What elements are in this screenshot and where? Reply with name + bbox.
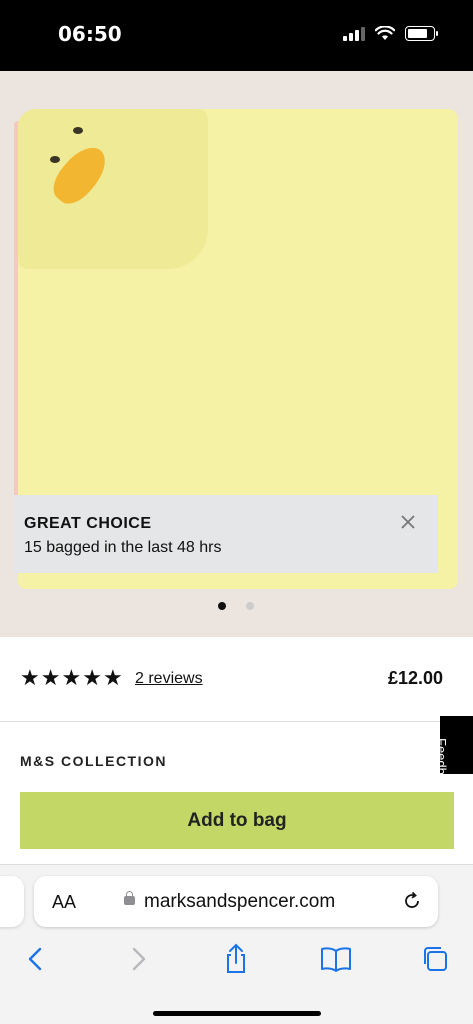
star-icon: ★ [82,665,102,690]
lock-icon [124,891,135,905]
close-icon[interactable] [398,513,418,533]
status-time: 06:50 [58,22,122,46]
reviews-link[interactable]: 2 reviews [135,670,203,688]
browser-toolbar [0,941,473,977]
share-icon[interactable] [218,941,254,977]
status-bar: 06:50 [0,0,473,71]
product-price: £12.00 [387,668,443,688]
forward-icon[interactable] [120,941,156,977]
carousel-dot[interactable] [246,602,254,610]
status-icons [343,26,438,41]
browser-chrome: AA marksandspencer.com [0,864,473,1024]
back-icon[interactable] [18,941,54,977]
wifi-icon [375,26,395,40]
feedback-tab[interactable]: Feedback [434,716,473,795]
battery-fill [408,29,428,38]
star-icon: ★ [20,665,40,690]
url-text: marksandspencer.com [144,891,336,912]
bookmarks-icon[interactable] [318,941,354,977]
star-rating: ★ ★ ★ ★ ★ [20,667,123,689]
promo-toast: GREAT CHOICE 15 bagged in the last 48 hr… [14,495,438,573]
previous-tab-preview[interactable] [0,876,24,927]
aa-label: AA [52,892,77,912]
duck-eye-icon [73,127,83,134]
add-to-bag-button[interactable]: Add to bag [20,792,454,849]
feedback-label: Feedback [434,738,449,796]
address-bar[interactable]: AA marksandspencer.com [34,876,438,927]
product-image-carousel[interactable]: GREAT CHOICE 15 bagged in the last 48 hr… [0,71,473,637]
star-icon: ★ [40,665,61,690]
toast-message: 15 bagged in the last 48 hrs [24,539,222,556]
carousel-pagination[interactable] [218,602,254,610]
reload-icon[interactable] [402,891,422,917]
reader-settings-button[interactable]: AA [52,892,76,913]
duck-eye-icon [50,156,60,163]
tabs-icon[interactable] [418,941,454,977]
home-indicator [153,1011,321,1016]
toast-title: GREAT CHOICE [24,515,152,532]
brand-label: M&S COLLECTION [20,753,167,769]
battery-icon [405,26,438,41]
rating-price-row: ★ ★ ★ ★ ★ 2 reviews £12.00 [0,637,473,722]
signal-icon [343,26,365,41]
star-icon: ★ [61,665,82,690]
product-image-hood [18,109,208,269]
star-icon: ★ [102,665,123,690]
carousel-dot[interactable] [218,602,226,610]
